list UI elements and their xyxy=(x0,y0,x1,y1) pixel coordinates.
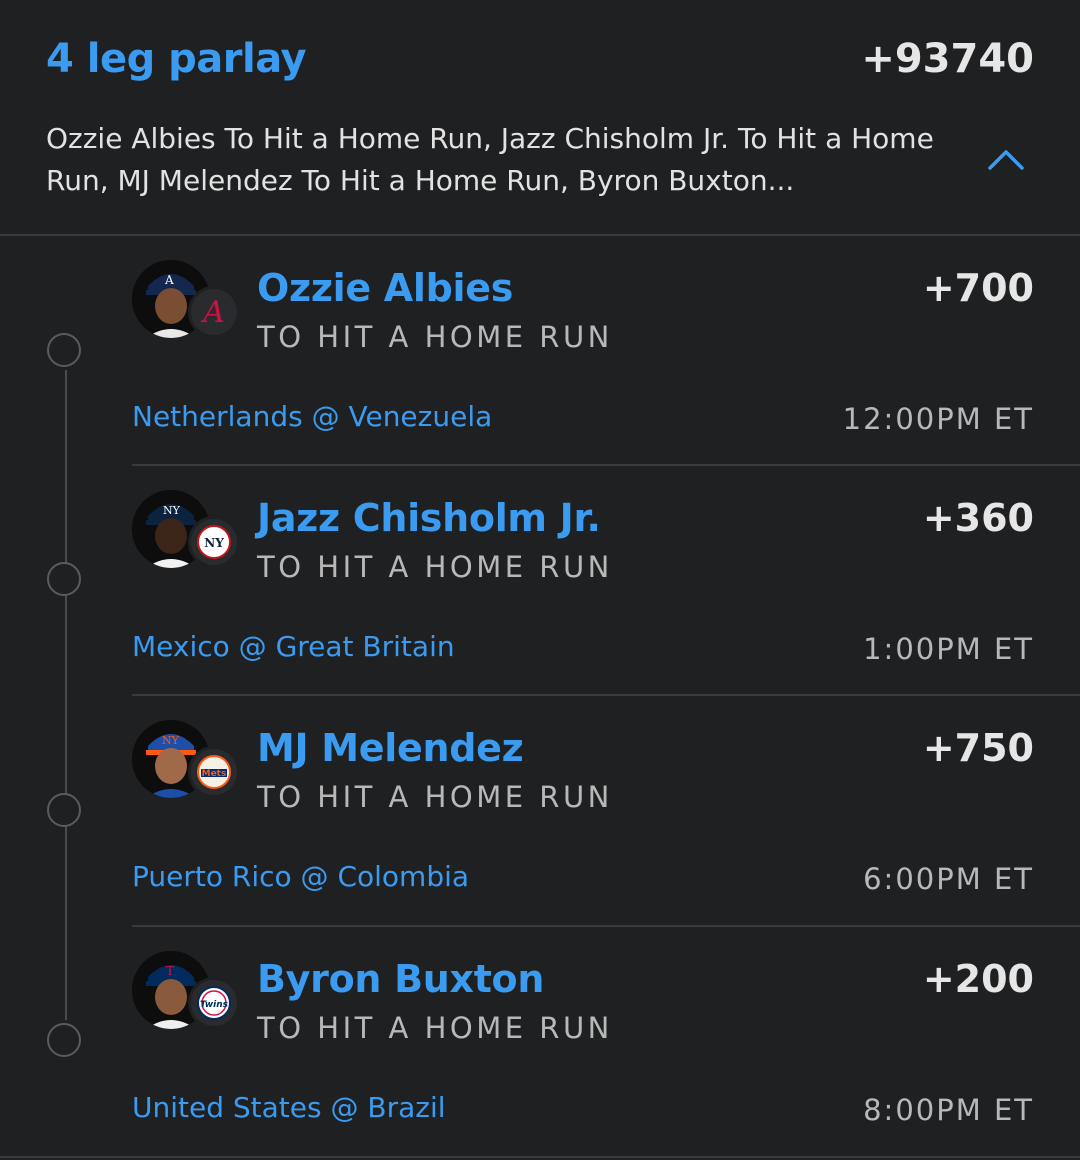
svg-text:A: A xyxy=(200,295,225,329)
player-name: MJ Melendez xyxy=(257,726,524,770)
svg-text:NY: NY xyxy=(163,504,181,517)
parlay-leg[interactable]: NY Mets MJ Melendez TO HIT A HOME RUN +7… xyxy=(0,696,1080,926)
leg-odds: +750 xyxy=(922,726,1034,770)
game-time: 1:00PM ET xyxy=(863,632,1034,666)
game-time: 8:00PM ET xyxy=(863,1093,1034,1127)
market-label: TO HIT A HOME RUN xyxy=(257,320,613,354)
leg-odds: +200 xyxy=(922,957,1034,1001)
parlay-leg[interactable]: NY NY Jazz Chisholm Jr. TO HIT A HOME RU… xyxy=(0,466,1080,696)
game-time: 12:00PM ET xyxy=(842,402,1034,436)
player-name: Byron Buxton xyxy=(257,957,545,1001)
leg-odds: +700 xyxy=(922,266,1034,310)
matchup-link[interactable]: Netherlands @ Venezuela xyxy=(132,400,492,433)
chevron-up-icon[interactable] xyxy=(984,144,1028,176)
matchup-link[interactable]: Mexico @ Great Britain xyxy=(132,630,455,663)
parlay-description: Ozzie Albies To Hit a Home Run, Jazz Chi… xyxy=(46,122,934,197)
parlay-title: 4 leg parlay xyxy=(46,36,307,82)
market-label: TO HIT A HOME RUN xyxy=(257,780,613,814)
svg-text:T: T xyxy=(166,964,174,978)
svg-text:A: A xyxy=(164,273,174,287)
svg-text:Twins: Twins xyxy=(200,1000,229,1010)
svg-text:Mets: Mets xyxy=(202,769,227,779)
leg-odds: +360 xyxy=(922,496,1034,540)
svg-text:NY: NY xyxy=(204,536,224,550)
player-name: Jazz Chisholm Jr. xyxy=(257,496,601,540)
player-name: Ozzie Albies xyxy=(257,266,514,310)
bottom-divider xyxy=(0,1156,1080,1158)
braves-logo-icon: A xyxy=(188,286,240,338)
matchup-link[interactable]: Puerto Rico @ Colombia xyxy=(132,860,469,893)
parlay-leg[interactable]: T Twins Byron Buxton TO HIT A HOME RUN +… xyxy=(0,927,1080,1157)
svg-text:NY: NY xyxy=(162,734,180,747)
parlay-leg[interactable]: A A Ozzie Albies TO HIT A HOME RUN +700 … xyxy=(0,236,1080,466)
parlay-header[interactable]: 4 leg parlay +93740 Ozzie Albies To Hit … xyxy=(0,0,1080,234)
mets-logo-icon: Mets xyxy=(188,746,240,798)
twins-logo-icon: Twins xyxy=(188,977,240,1029)
game-time: 6:00PM ET xyxy=(863,862,1034,896)
market-label: TO HIT A HOME RUN xyxy=(257,550,613,584)
market-label: TO HIT A HOME RUN xyxy=(257,1011,613,1045)
matchup-link[interactable]: United States @ Brazil xyxy=(132,1091,446,1124)
parlay-odds: +93740 xyxy=(861,36,1034,82)
yankees-logo-icon: NY xyxy=(188,516,240,568)
